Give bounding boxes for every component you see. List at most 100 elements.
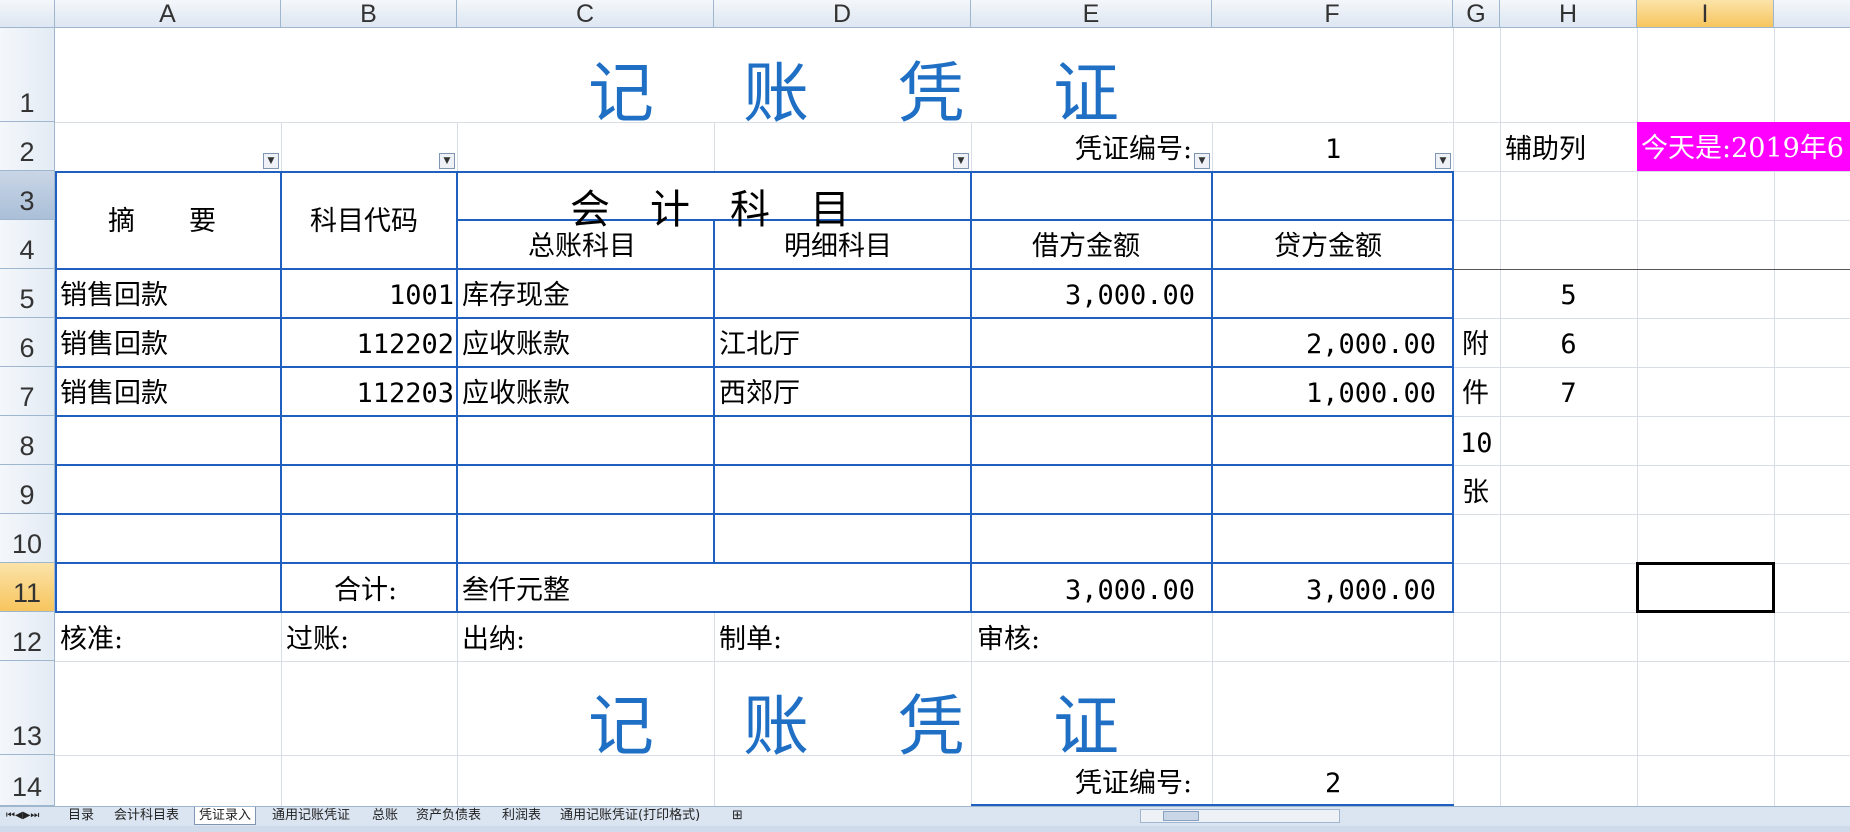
header-summary: 摘 要 [108,206,216,237]
entry-3-detail[interactable]: 西郊厅 [719,380,800,407]
entry-2-credit[interactable]: 2,000.00 [1216,331,1436,358]
row-header-2[interactable]: 2 [0,122,55,171]
entry-2-detail[interactable]: 江北厅 [719,331,800,358]
table-border [55,464,1454,466]
voucher-2-title[interactable]: 记 账 凭 证 [588,673,1153,769]
gridline [1453,514,1850,515]
entry-1-debit[interactable]: 3,000.00 [975,282,1195,309]
header-credit-amount: 贷方金额 [1274,231,1382,262]
select-all-corner[interactable] [0,0,55,28]
gridline [1453,171,1850,172]
entry-3-credit[interactable]: 1,000.00 [1216,380,1436,407]
gridline [1453,416,1850,417]
aux-column-label: 辅助列 [1505,134,1586,165]
row-header-11[interactable]: 11 [0,563,55,612]
sheet-tab-balance-sheet[interactable]: 资产负债表 [412,807,485,825]
voucher-2-number-value[interactable]: 2 [1325,770,1341,797]
voucher-title[interactable]: 记 账 凭 证 [588,40,1153,136]
signature-posting: 过账: [286,624,350,655]
entry-1-code[interactable]: 1001 [284,282,454,309]
header-debit-amount: 借方金额 [1032,231,1140,262]
entry-3-aux[interactable]: 7 [1500,380,1637,407]
total-label: 合计: [334,575,398,606]
filter-dropdown-d[interactable]: ▼ [953,153,969,169]
total-credit[interactable]: 3,000.00 [1216,577,1436,604]
entry-1-general[interactable]: 库存现金 [462,282,570,309]
insert-sheet-icon[interactable]: ⊞ [728,807,747,825]
column-header-h[interactable]: H [1500,0,1637,28]
sheet-tab-voucher-print[interactable]: 通用记账凭证(打印格式) [556,807,704,825]
table-border [55,268,1454,270]
tab-scroll-first-icon[interactable]: ⏮◀▶⏭ [2,807,43,825]
entry-3-code[interactable]: 112203 [284,380,454,407]
row-header-4[interactable]: 4 [0,220,55,269]
column-header-i[interactable]: I [1637,0,1774,28]
header-accounting-subject: 会 计 科 目 [570,187,850,233]
row-header-12[interactable]: 12 [0,612,55,661]
sheet-tab-general-ledger[interactable]: 总账 [368,807,402,825]
entry-2-general[interactable]: 应收账款 [462,331,570,358]
row-header-3[interactable]: 3 [0,171,55,220]
sheet-tab-general-voucher[interactable]: 通用记账凭证 [268,807,354,825]
sheet-tab-voucher-entry[interactable]: 凭证录入 [194,807,257,825]
gridline [1453,220,1850,221]
active-cell-i11[interactable] [1636,562,1775,613]
total-in-words[interactable]: 叁仟元整 [462,577,570,604]
attachment-char-3: 张 [1462,477,1489,508]
attachment-char-1: 附 [1462,329,1489,360]
row-header-13[interactable]: 13 [0,661,55,755]
attachment-count[interactable]: 10 [1460,430,1493,457]
sheet-tab-catalog[interactable]: 目录 [64,807,98,825]
row-header-10[interactable]: 10 [0,514,55,563]
row-header-14[interactable]: 14 [0,755,55,806]
gridline [55,661,1850,662]
row-header-8[interactable]: 8 [0,416,55,465]
entry-1-summary[interactable]: 销售回款 [60,282,168,309]
column-header-e[interactable]: E [971,0,1212,28]
filter-dropdown-f[interactable]: ▼ [1435,153,1451,169]
today-text: 今天是:2019年6 [1641,133,1844,164]
entry-3-summary[interactable]: 销售回款 [60,380,168,407]
voucher-number-value[interactable]: 1 [1325,136,1341,163]
row-header-6[interactable]: 6 [0,318,55,367]
gridline [1453,367,1850,368]
entry-1-aux[interactable]: 5 [1500,282,1637,309]
row-header-5[interactable]: 5 [0,269,55,318]
scrollbar-thumb[interactable] [1163,811,1199,821]
gridline [457,122,458,171]
table-border [55,171,57,613]
table-border [456,171,458,613]
filter-dropdown-b[interactable]: ▼ [439,153,455,169]
column-header-j[interactable] [1774,0,1850,28]
filter-dropdown-e[interactable]: ▼ [1194,153,1210,169]
gridline [281,612,282,806]
signature-approve: 核准: [60,624,124,655]
sheet-tab-accounts[interactable]: 会计科目表 [110,807,183,825]
gridline [1453,269,1850,270]
row-header-7[interactable]: 7 [0,367,55,416]
voucher-number-label: 凭证编号: [1075,134,1193,165]
column-header-g[interactable]: G [1453,0,1500,28]
entry-2-code[interactable]: 112202 [284,331,454,358]
horizontal-scrollbar[interactable] [1140,809,1340,823]
entry-2-aux[interactable]: 6 [1500,331,1637,358]
column-header-b[interactable]: B [281,0,457,28]
gridline [281,122,282,171]
entry-3-general[interactable]: 应收账款 [462,380,570,407]
column-header-d[interactable]: D [714,0,971,28]
signature-cashier: 出纳: [462,624,526,655]
column-header-a[interactable]: A [55,0,281,28]
sheet-tab-income-statement[interactable]: 利润表 [498,807,545,825]
column-header-f[interactable]: F [1212,0,1453,28]
gridline [1453,465,1850,466]
header-detail-account: 明细科目 [784,231,892,262]
total-debit[interactable]: 3,000.00 [975,577,1195,604]
row-header-9[interactable]: 9 [0,465,55,514]
today-cell[interactable]: 今天是:2019年6 [1637,122,1850,171]
table-border [55,366,1454,368]
column-header-c[interactable]: C [457,0,714,28]
row-header-1[interactable]: 1 [0,28,55,122]
entry-2-summary[interactable]: 销售回款 [60,331,168,358]
filter-dropdown-a[interactable]: ▼ [263,153,279,169]
table-border [55,611,1454,613]
